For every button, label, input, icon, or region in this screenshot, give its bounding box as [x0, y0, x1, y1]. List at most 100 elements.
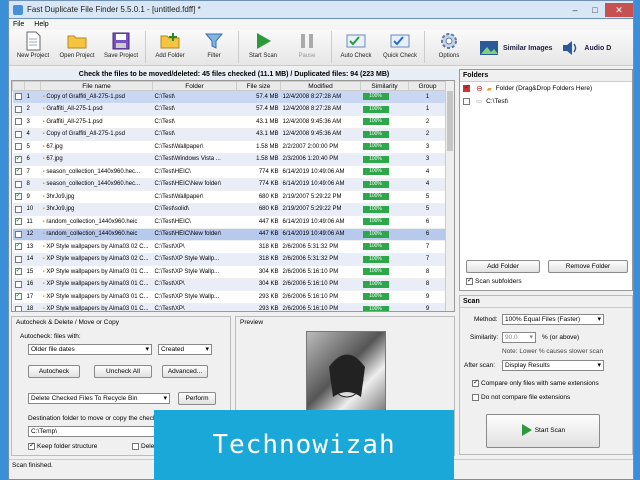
row-checkbox[interactable]	[14, 154, 22, 163]
table-row[interactable]: 7▪ season_collection_1440x960.hec...C:\T…	[12, 165, 447, 179]
close-button[interactable]: ✕	[605, 2, 633, 17]
table-row[interactable]: 13▪ XP Style wallpapers by Alma03 02 C..…	[12, 240, 447, 254]
row-checkbox[interactable]	[14, 93, 22, 101]
similar-images-button[interactable]: Similar Images	[479, 39, 552, 57]
keep-structure-row[interactable]: Keep folder structure	[28, 441, 97, 450]
row-folder: C:\Test\HEIC\New folder\	[152, 178, 237, 191]
delete-checkbox[interactable]	[132, 443, 139, 450]
table-row[interactable]: 2 ▪ Graffiti_All-275-1.psd C:\Test\ 57.4 MB…	[12, 103, 447, 116]
table-row[interactable]: 18 ▪ XP Style wallpapers by Alma03 01 C..…	[12, 303, 447, 311]
column-similarity[interactable]: Similarity	[360, 81, 409, 91]
row-checkbox[interactable]	[14, 305, 22, 311]
no-compare-ext-row[interactable]: Do not compare file extensions	[472, 394, 570, 401]
method-select[interactable]: 100% Equal Files (Faster)	[502, 314, 604, 325]
row-folder: C:\Test\Windows Vista ...	[152, 153, 237, 166]
folder-checkbox[interactable]	[463, 97, 470, 105]
row-number: 3	[24, 115, 41, 129]
row-group: 5	[408, 203, 447, 216]
compare-same-ext-checkbox[interactable]	[472, 378, 479, 387]
table-row[interactable]: 8 ▪ season_collection_1440x960.hec... C:\T…	[12, 178, 447, 191]
add-folder-panel-button[interactable]: Add Folder	[466, 260, 540, 273]
row-checkbox[interactable]	[14, 180, 22, 188]
row-checkbox[interactable]	[14, 230, 22, 238]
minimize-button[interactable]: –	[565, 3, 585, 17]
row-number: 7	[24, 165, 41, 179]
action-select[interactable]: Delete Checked Files To Recycle Bin	[28, 393, 170, 404]
files-with-select[interactable]: Older file dates	[28, 344, 152, 355]
row-size: 57.4 MB	[236, 90, 281, 104]
table-row[interactable]: 16 ▪ XP Style wallpapers by Alma03 01 C..…	[12, 278, 447, 291]
folder-row[interactable]: ▭ C:\Test\	[460, 95, 632, 107]
column-file-name[interactable]: File name	[40, 81, 153, 91]
add-folder-button[interactable]: Add Folder	[148, 31, 192, 59]
table-row[interactable]: 17▪ XP Style wallpapers by Alma03 01 C..…	[12, 290, 447, 304]
row-checkbox[interactable]	[14, 216, 22, 226]
no-compare-ext-checkbox[interactable]	[472, 394, 479, 401]
start-scan-button[interactable]: Start Scan	[241, 31, 285, 59]
file-icon: ▪	[42, 293, 45, 300]
row-checkbox[interactable]	[14, 241, 22, 251]
row-checkbox[interactable]	[14, 143, 22, 151]
quick-check-button[interactable]: Quick Check	[378, 31, 422, 59]
audio-button[interactable]: Audio D	[560, 39, 611, 57]
table-row[interactable]: 11▪ random_collection_1440x960.heicC:\Te…	[12, 215, 447, 229]
row-checkbox[interactable]	[14, 191, 22, 201]
start-scan-panel-button[interactable]: Start Scan	[486, 414, 600, 448]
uncheck-all-button[interactable]: Uncheck All	[94, 365, 152, 378]
scan-subfolders-row[interactable]: Scan subfolders	[466, 276, 522, 285]
row-checkbox[interactable]	[14, 130, 22, 138]
row-checkbox[interactable]	[14, 118, 22, 126]
column-file-size[interactable]: File size	[236, 81, 281, 91]
no-entry-icon: ⊖	[476, 84, 483, 93]
advanced-button[interactable]: Advanced...	[162, 365, 208, 378]
row-number: 14	[24, 253, 41, 266]
table-row[interactable]: 3 ▪ Graffiti_All-275-1.psd C:\Test\ 43.1 MB…	[12, 115, 447, 129]
row-file-name: ▪ XP Style wallpapers by Alma03 01 C...	[40, 265, 153, 279]
table-row[interactable]: 4 ▪ Copy of Graffiti_All-275-1.psd C:\Test…	[12, 128, 447, 141]
row-checkbox[interactable]	[14, 205, 22, 213]
row-similarity: 100%	[360, 103, 409, 116]
row-checkbox[interactable]	[14, 166, 22, 176]
pause-button[interactable]: Pause	[285, 31, 329, 59]
after-scan-select[interactable]: Display Results	[502, 360, 604, 371]
row-checkbox[interactable]	[14, 105, 22, 113]
perform-button[interactable]: Perform	[178, 392, 216, 405]
table-row[interactable]: 12 ▪ random_collection_1440x960.heic C:\Te…	[12, 228, 447, 241]
table-row[interactable]: 9▪ 3hrJo9.jpgC:\Test\Wallpaper\680 KB2/1…	[12, 190, 447, 204]
menu-help[interactable]: Help	[34, 21, 48, 28]
maximize-button[interactable]: □	[585, 3, 605, 17]
grid-scrollbar[interactable]	[445, 81, 454, 311]
compare-same-ext-row[interactable]: Compare only files with same extensions	[472, 378, 599, 387]
column-folder[interactable]: Folder	[152, 81, 237, 91]
options-button[interactable]: Options	[427, 31, 471, 59]
folder-drop-row[interactable]: ⊖ ▰ Folder (Drag&Drop Folders Here)	[460, 82, 632, 95]
filter-button[interactable]: Filter	[192, 31, 236, 59]
table-row[interactable]: 10 ▪ 3hrJo9.jpg C:\Test\solid\ 680 KB 2/19/2…	[12, 203, 447, 216]
table-row[interactable]: 14 ▪ XP Style wallpapers by Alma03 02 C..…	[12, 253, 447, 266]
row-checkbox[interactable]	[14, 266, 22, 276]
save-project-button[interactable]: Save Project	[99, 31, 143, 59]
open-project-button[interactable]: Open Project	[55, 31, 99, 59]
folder-checkbox[interactable]	[463, 83, 470, 92]
row-checkbox[interactable]	[14, 280, 22, 288]
table-row[interactable]: 1 ▪ Copy of Graffiti_All-275-1.psd C:\Test…	[12, 90, 447, 104]
remove-folder-button[interactable]: Remove Folder	[548, 260, 628, 273]
similarity-input[interactable]: 90.0	[502, 332, 536, 343]
row-file-name: ▪ season_collection_1440x960.hec...	[40, 178, 153, 191]
column-modified[interactable]: Modified	[280, 81, 361, 91]
table-row[interactable]: 5 ▪ 67.jpg C:\Test\Wallpaper\ 1.58 MB 2/2/20…	[12, 140, 447, 154]
auto-check-button[interactable]: Auto Check	[334, 31, 378, 59]
keep-structure-checkbox[interactable]	[28, 441, 35, 450]
autocheck-button[interactable]: Autocheck	[28, 365, 80, 378]
row-file-name: ▪ 67.jpg	[40, 153, 153, 166]
table-row[interactable]: 15▪ XP Style wallpapers by Alma03 01 C..…	[12, 265, 447, 279]
row-checkbox[interactable]	[14, 291, 22, 301]
menu-file[interactable]: File	[13, 21, 24, 28]
row-checkbox[interactable]	[14, 255, 22, 263]
new-project-button[interactable]: New Project	[11, 31, 55, 59]
scan-subfolders-checkbox[interactable]	[466, 276, 473, 285]
row-modified: 12/4/2008 9:45:36 AM	[280, 128, 361, 141]
column-group[interactable]: Group	[408, 81, 447, 91]
table-row[interactable]: 6▪ 67.jpgC:\Test\Windows Vista ...1.58 M…	[12, 153, 447, 166]
date-type-select[interactable]: Created	[158, 344, 212, 355]
